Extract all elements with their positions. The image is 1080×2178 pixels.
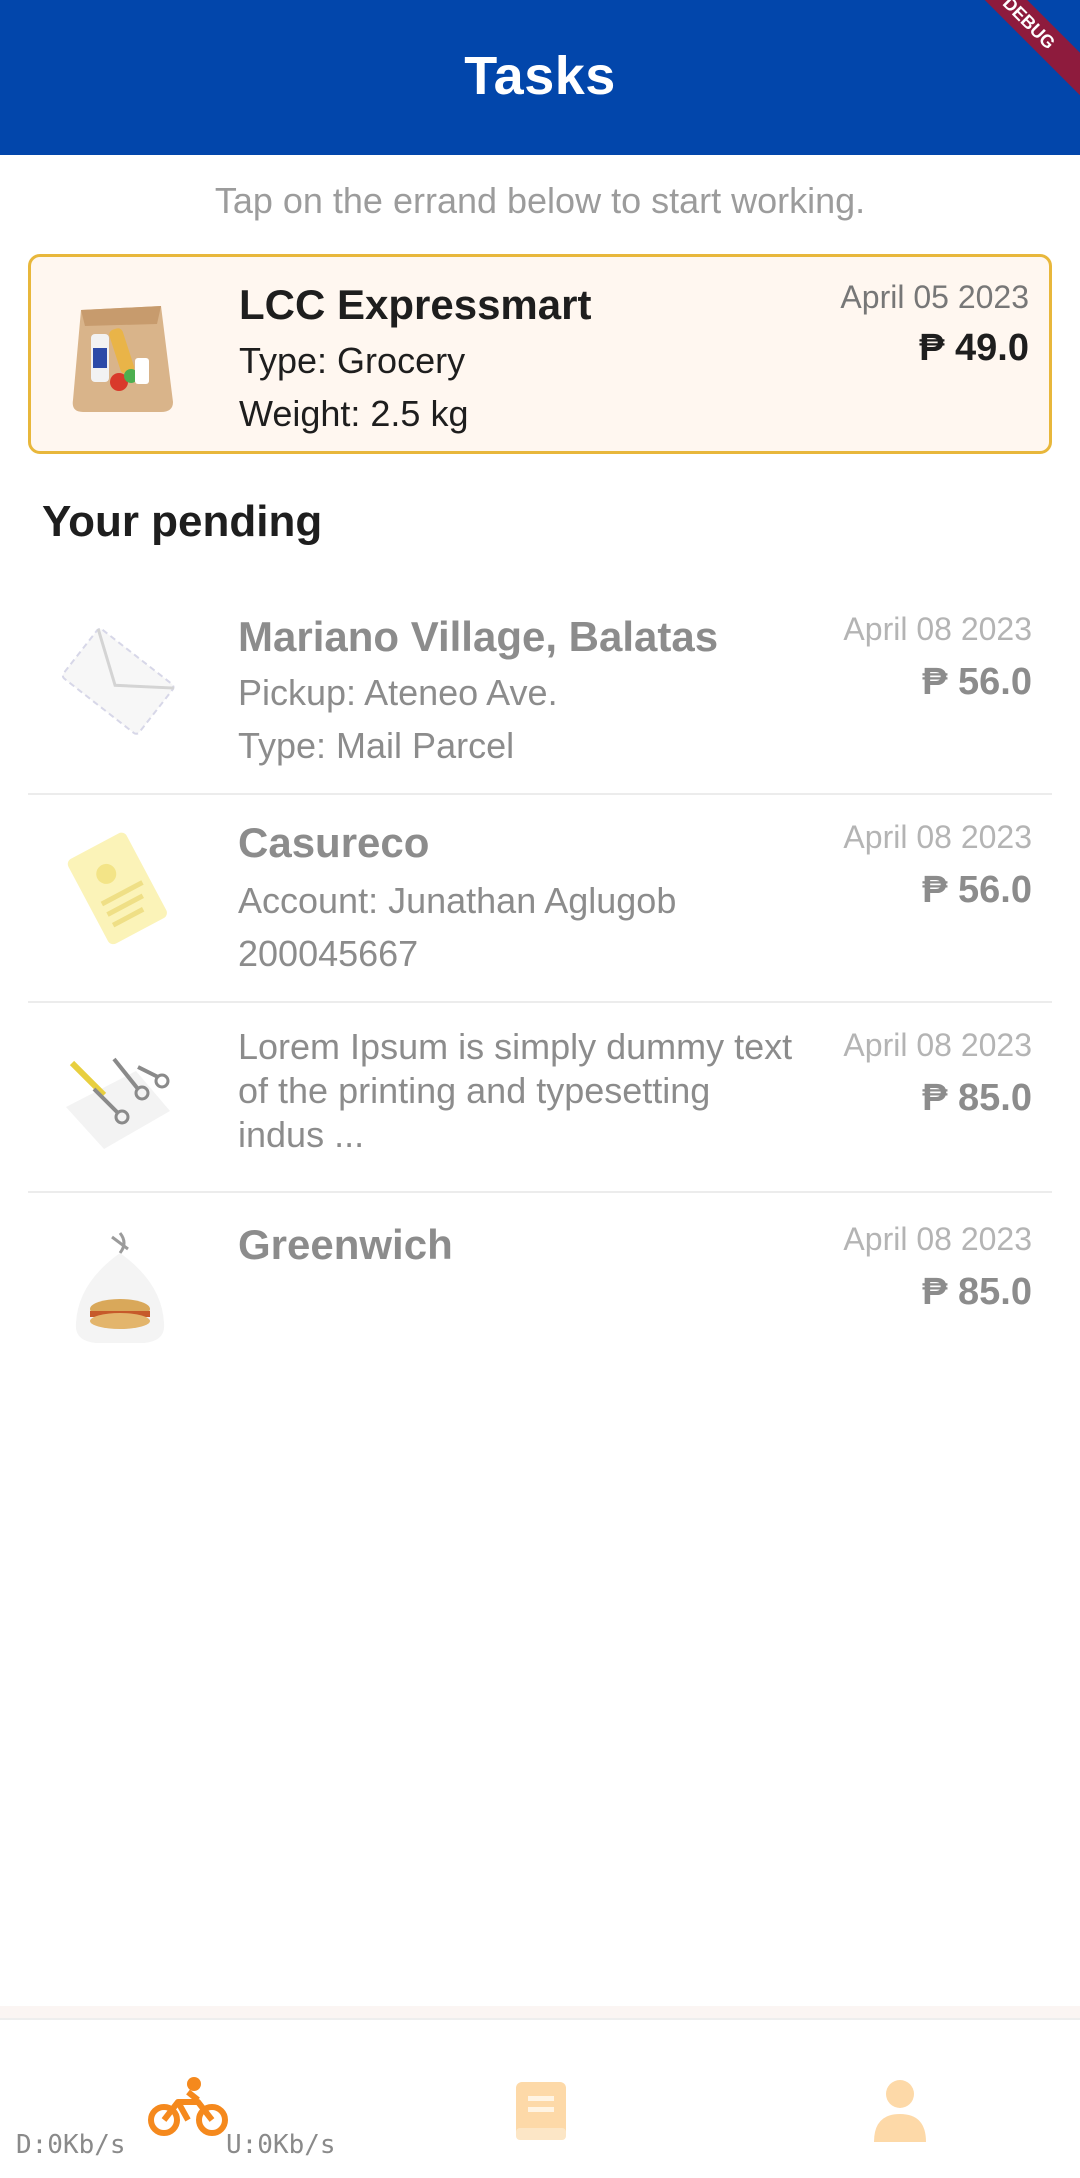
debug-banner: DEBUG [951, 0, 1080, 101]
errand-account-number: 200045667 [238, 933, 419, 974]
app-screen: Tasks DEBUG Tap on the errand below to s… [0, 0, 1080, 2178]
upload-speed: U:0Kb/s [226, 2130, 336, 2160]
book-icon[interactable] [502, 2070, 582, 2150]
errand-title: LCC Expressmart [239, 281, 592, 328]
errand-type: Type: Mail Parcel [238, 725, 515, 766]
list-item[interactable]: Greenwich April 08 2023 ₱ 85.0 [28, 1193, 1052, 1363]
errand-date: April 08 2023 [843, 1027, 1032, 1063]
pending-list: Mariano Village, Balatas Pickup: Ateneo … [28, 585, 1052, 1363]
errand-description: Lorem Ipsum is simply dummy text of the … [238, 1026, 793, 1155]
errand-price: ₱ 85.0 [922, 1271, 1032, 1313]
errand-date: April 05 2023 [840, 279, 1029, 315]
errand-price: ₱ 49.0 [919, 327, 1029, 369]
errand-date: April 08 2023 [843, 611, 1032, 647]
errand-title: Greenwich [238, 1221, 453, 1268]
tools-icon [66, 1057, 170, 1149]
bike-icon[interactable] [148, 2070, 228, 2150]
errand-price: ₱ 56.0 [922, 869, 1032, 911]
errand-date: April 08 2023 [843, 1221, 1032, 1257]
errand-weight: Weight: 2.5 kg [239, 393, 469, 434]
errand-title: Casureco [238, 819, 430, 866]
food-takeout-icon [75, 1232, 165, 1343]
errand-price: ₱ 85.0 [922, 1077, 1032, 1119]
person-icon[interactable] [860, 2070, 940, 2150]
errand-date: April 08 2023 [843, 819, 1032, 855]
errand-title: Mariano Village, Balatas [238, 613, 719, 660]
active-errand-card[interactable]: LCC Expressmart Type: Grocery Weight: 2.… [28, 254, 1052, 454]
bill-icon [67, 832, 167, 945]
instruction-text: Tap on the errand below to start working… [214, 180, 866, 221]
bottom-navigation [0, 2018, 1080, 2178]
page-title: Tasks [464, 46, 616, 106]
app-header: Tasks DEBUG [0, 0, 1080, 155]
list-item[interactable]: Lorem Ipsum is simply dummy text of the … [28, 1003, 1052, 1193]
envelope-icon [61, 627, 175, 735]
pending-section-title: Your pending [42, 497, 323, 546]
nav-separator [0, 2006, 1080, 2018]
errand-pickup: Pickup: Ateneo Ave. [238, 672, 558, 713]
list-item[interactable]: Casureco Account: Junathan Aglugob 20004… [28, 795, 1052, 1003]
grocery-bag-icon [72, 306, 173, 412]
download-speed: D:0Kb/s [16, 2130, 126, 2160]
errand-type: Type: Grocery [239, 340, 466, 381]
list-item[interactable]: Mariano Village, Balatas Pickup: Ateneo … [28, 585, 1052, 795]
errand-price: ₱ 56.0 [922, 661, 1032, 703]
errand-account: Account: Junathan Aglugob [238, 880, 677, 921]
